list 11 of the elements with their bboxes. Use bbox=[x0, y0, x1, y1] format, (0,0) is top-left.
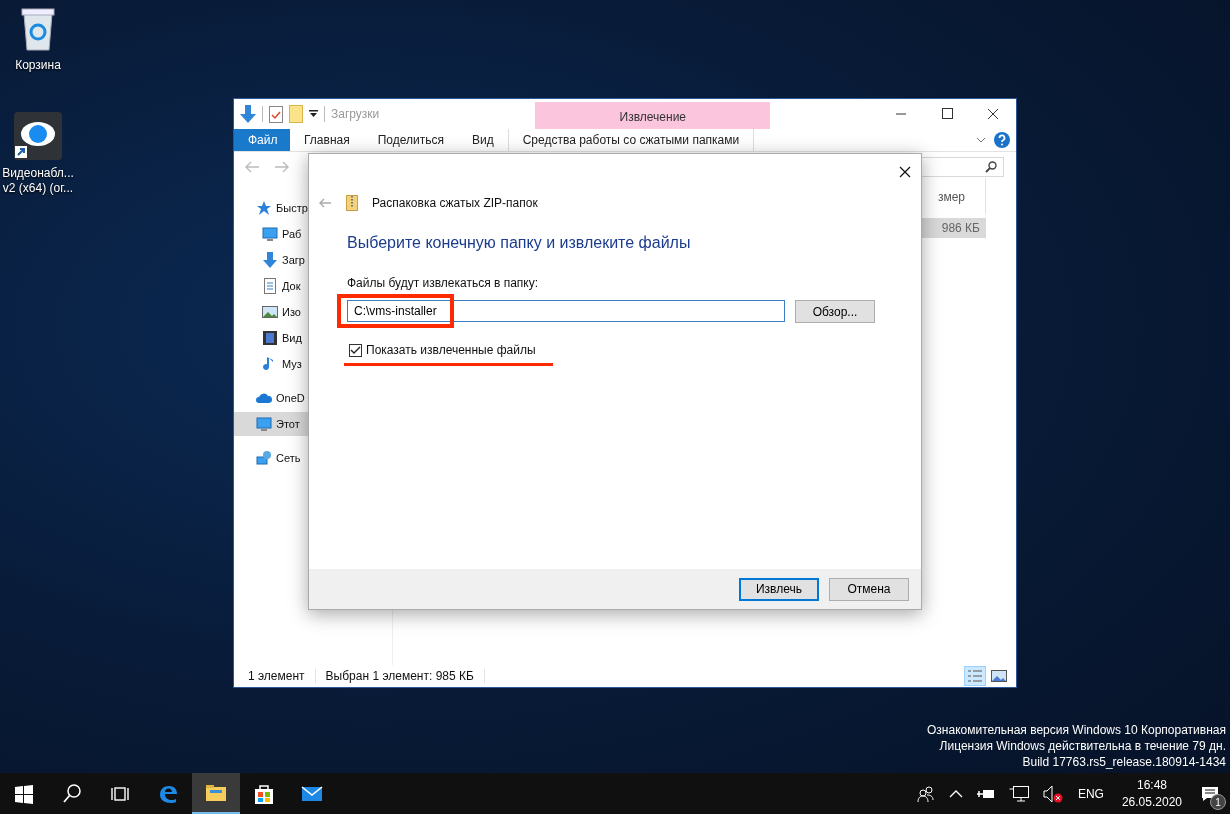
activation-notice-text: Build 17763.rs5_release.180914-1434 bbox=[1022, 754, 1226, 770]
activation-notice-text: Ознакомительная версия Windows 10 Корпоративная bbox=[927, 722, 1226, 738]
context-group-label: Извлечение bbox=[619, 110, 686, 124]
dialog-heading: Выберите конечную папку и извлеките файлы bbox=[347, 234, 692, 252]
notification-count: 1 bbox=[1210, 794, 1226, 810]
activation-notice-text: Лицензия Windows действительна в течение 79 дн. bbox=[939, 738, 1226, 754]
field-label: Файлы будут извлекаться в папку: bbox=[347, 276, 540, 290]
status-text: 1 элемент bbox=[248, 669, 316, 683]
window-title: Загрузки bbox=[331, 107, 380, 121]
status-text: Выбран 1 элемент: 985 КБ bbox=[325, 669, 485, 683]
dialog-title: Распаковка сжатых ZIP-папок bbox=[372, 196, 538, 210]
